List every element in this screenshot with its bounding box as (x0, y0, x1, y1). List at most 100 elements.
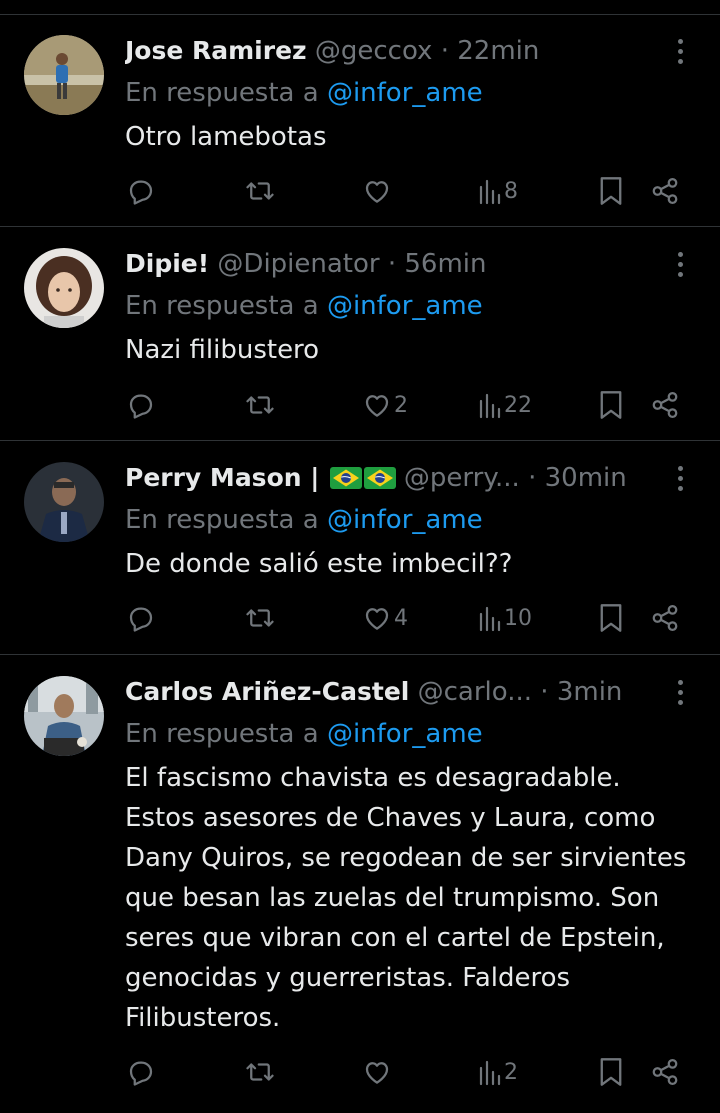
reply-text: De donde salió este imbecil?? (125, 549, 513, 579)
retweet-button[interactable] (244, 171, 276, 211)
bookmark-button[interactable] (598, 385, 624, 425)
more-icon[interactable] (674, 680, 686, 708)
views-icon (479, 1060, 501, 1086)
like-button[interactable]: 2 (362, 385, 408, 425)
share-icon (652, 178, 678, 204)
like-button[interactable]: 4 (362, 598, 408, 638)
bookmark-button[interactable] (598, 598, 624, 638)
reply-button[interactable] (126, 1052, 156, 1092)
separator-dot: · (440, 36, 449, 66)
reply-item[interactable]: Carlos Ariñez-Castel @carlo... · 3min En… (0, 656, 720, 1113)
separator-dot: · (387, 249, 397, 279)
reply-text: El fascismo chavista es desagradable. Es… (125, 763, 687, 1033)
reply-to-line: En respuesta a @infor_ame (125, 714, 483, 754)
author-name[interactable]: Jose Ramirez (125, 36, 307, 65)
separator-dot: · (540, 677, 549, 707)
author-handle[interactable]: @Dipienator (217, 249, 379, 279)
views-button[interactable]: 22 (478, 385, 532, 425)
reply-button[interactable] (126, 171, 156, 211)
share-icon (652, 392, 678, 418)
timestamp[interactable]: 3min (557, 677, 623, 707)
share-button[interactable] (650, 598, 680, 638)
more-icon[interactable] (674, 466, 686, 494)
reply-icon (129, 1061, 153, 1086)
author-name[interactable]: Dipie! (125, 249, 209, 278)
views-button[interactable]: 8 (478, 171, 518, 211)
reply-to-prefix: En respuesta a (125, 78, 319, 108)
timestamp[interactable]: 22min (457, 36, 539, 66)
brazil-flag-icon (329, 467, 362, 489)
top-divider (0, 0, 720, 15)
reply-header: Perry Mason | @perry... · 30min (125, 458, 660, 498)
retweet-icon (246, 1063, 274, 1081)
bookmark-button[interactable] (598, 171, 624, 211)
author-handle[interactable]: @carlo... (418, 677, 532, 707)
separator-dot: · (528, 463, 537, 493)
author-handle[interactable]: @perry... (404, 463, 520, 493)
more-icon[interactable] (674, 252, 686, 280)
reply-item[interactable]: Jose Ramirez @geccox · 22min En respuest… (0, 15, 720, 227)
like-count: 2 (394, 392, 408, 418)
author-handle[interactable]: @geccox (315, 36, 433, 66)
bookmark-button[interactable] (598, 1052, 624, 1092)
reply-to-prefix: En respuesta a (125, 291, 319, 321)
more-icon[interactable] (674, 39, 686, 67)
action-bar: 4 10 (0, 598, 720, 638)
avatar[interactable] (24, 676, 104, 756)
reply-header: Dipie! @Dipienator · 56min (125, 244, 660, 284)
action-bar: 2 (0, 1052, 720, 1092)
reply-header: Carlos Ariñez-Castel @carlo... · 3min (125, 672, 660, 712)
views-count: 8 (504, 178, 518, 204)
share-button[interactable] (650, 1052, 680, 1092)
reply-to-prefix: En respuesta a (125, 719, 319, 749)
bookmark-icon (600, 1058, 622, 1086)
action-bar: 2 22 (0, 385, 720, 425)
views-count: 10 (504, 605, 532, 631)
reply-to-line: En respuesta a @infor_ame (125, 73, 483, 113)
retweet-button[interactable] (244, 385, 276, 425)
reply-header: Jose Ramirez @geccox · 22min (125, 31, 660, 71)
like-icon (365, 1062, 389, 1084)
reply-text: Nazi filibustero (125, 335, 320, 365)
bookmark-icon (600, 177, 622, 205)
timestamp[interactable]: 56min (404, 249, 486, 279)
reply-button[interactable] (126, 598, 156, 638)
retweet-icon (246, 609, 274, 627)
reply-item[interactable]: Dipie! @Dipienator · 56min En respuesta … (0, 228, 720, 441)
author-name[interactable]: Perry Mason | (125, 463, 319, 492)
avatar[interactable] (24, 248, 104, 328)
retweet-icon (246, 396, 274, 414)
timestamp[interactable]: 30min (545, 463, 627, 493)
views-button[interactable]: 10 (478, 598, 532, 638)
reply-icon (129, 180, 153, 205)
views-icon (479, 393, 501, 419)
views-count: 2 (504, 1059, 518, 1085)
reply-button[interactable] (126, 385, 156, 425)
views-icon (479, 179, 501, 205)
views-button[interactable]: 2 (478, 1052, 518, 1092)
share-icon (652, 605, 678, 631)
avatar[interactable] (24, 462, 104, 542)
author-name[interactable]: Carlos Ariñez-Castel (125, 677, 409, 706)
retweet-button[interactable] (244, 598, 276, 638)
like-count: 4 (394, 605, 408, 631)
like-icon (365, 181, 389, 203)
reply-item[interactable]: Perry Mason | @perry... · 30min En respu… (0, 442, 720, 655)
like-button[interactable] (362, 1052, 394, 1092)
reply-to-mention[interactable]: @infor_ame (327, 505, 483, 535)
like-button[interactable] (362, 171, 394, 211)
share-button[interactable] (650, 171, 680, 211)
bookmark-icon (600, 604, 622, 632)
reply-to-line: En respuesta a @infor_ame (125, 500, 483, 540)
reply-to-mention[interactable]: @infor_ame (327, 719, 483, 749)
reply-to-line: En respuesta a @infor_ame (125, 286, 483, 326)
avatar[interactable] (24, 35, 104, 115)
action-bar: 8 (0, 171, 720, 211)
reply-to-mention[interactable]: @infor_ame (327, 291, 483, 321)
reply-icon (129, 394, 153, 419)
retweet-button[interactable] (244, 1052, 276, 1092)
share-button[interactable] (650, 385, 680, 425)
reply-to-mention[interactable]: @infor_ame (327, 78, 483, 108)
like-icon (365, 608, 389, 630)
bookmark-icon (600, 391, 622, 419)
